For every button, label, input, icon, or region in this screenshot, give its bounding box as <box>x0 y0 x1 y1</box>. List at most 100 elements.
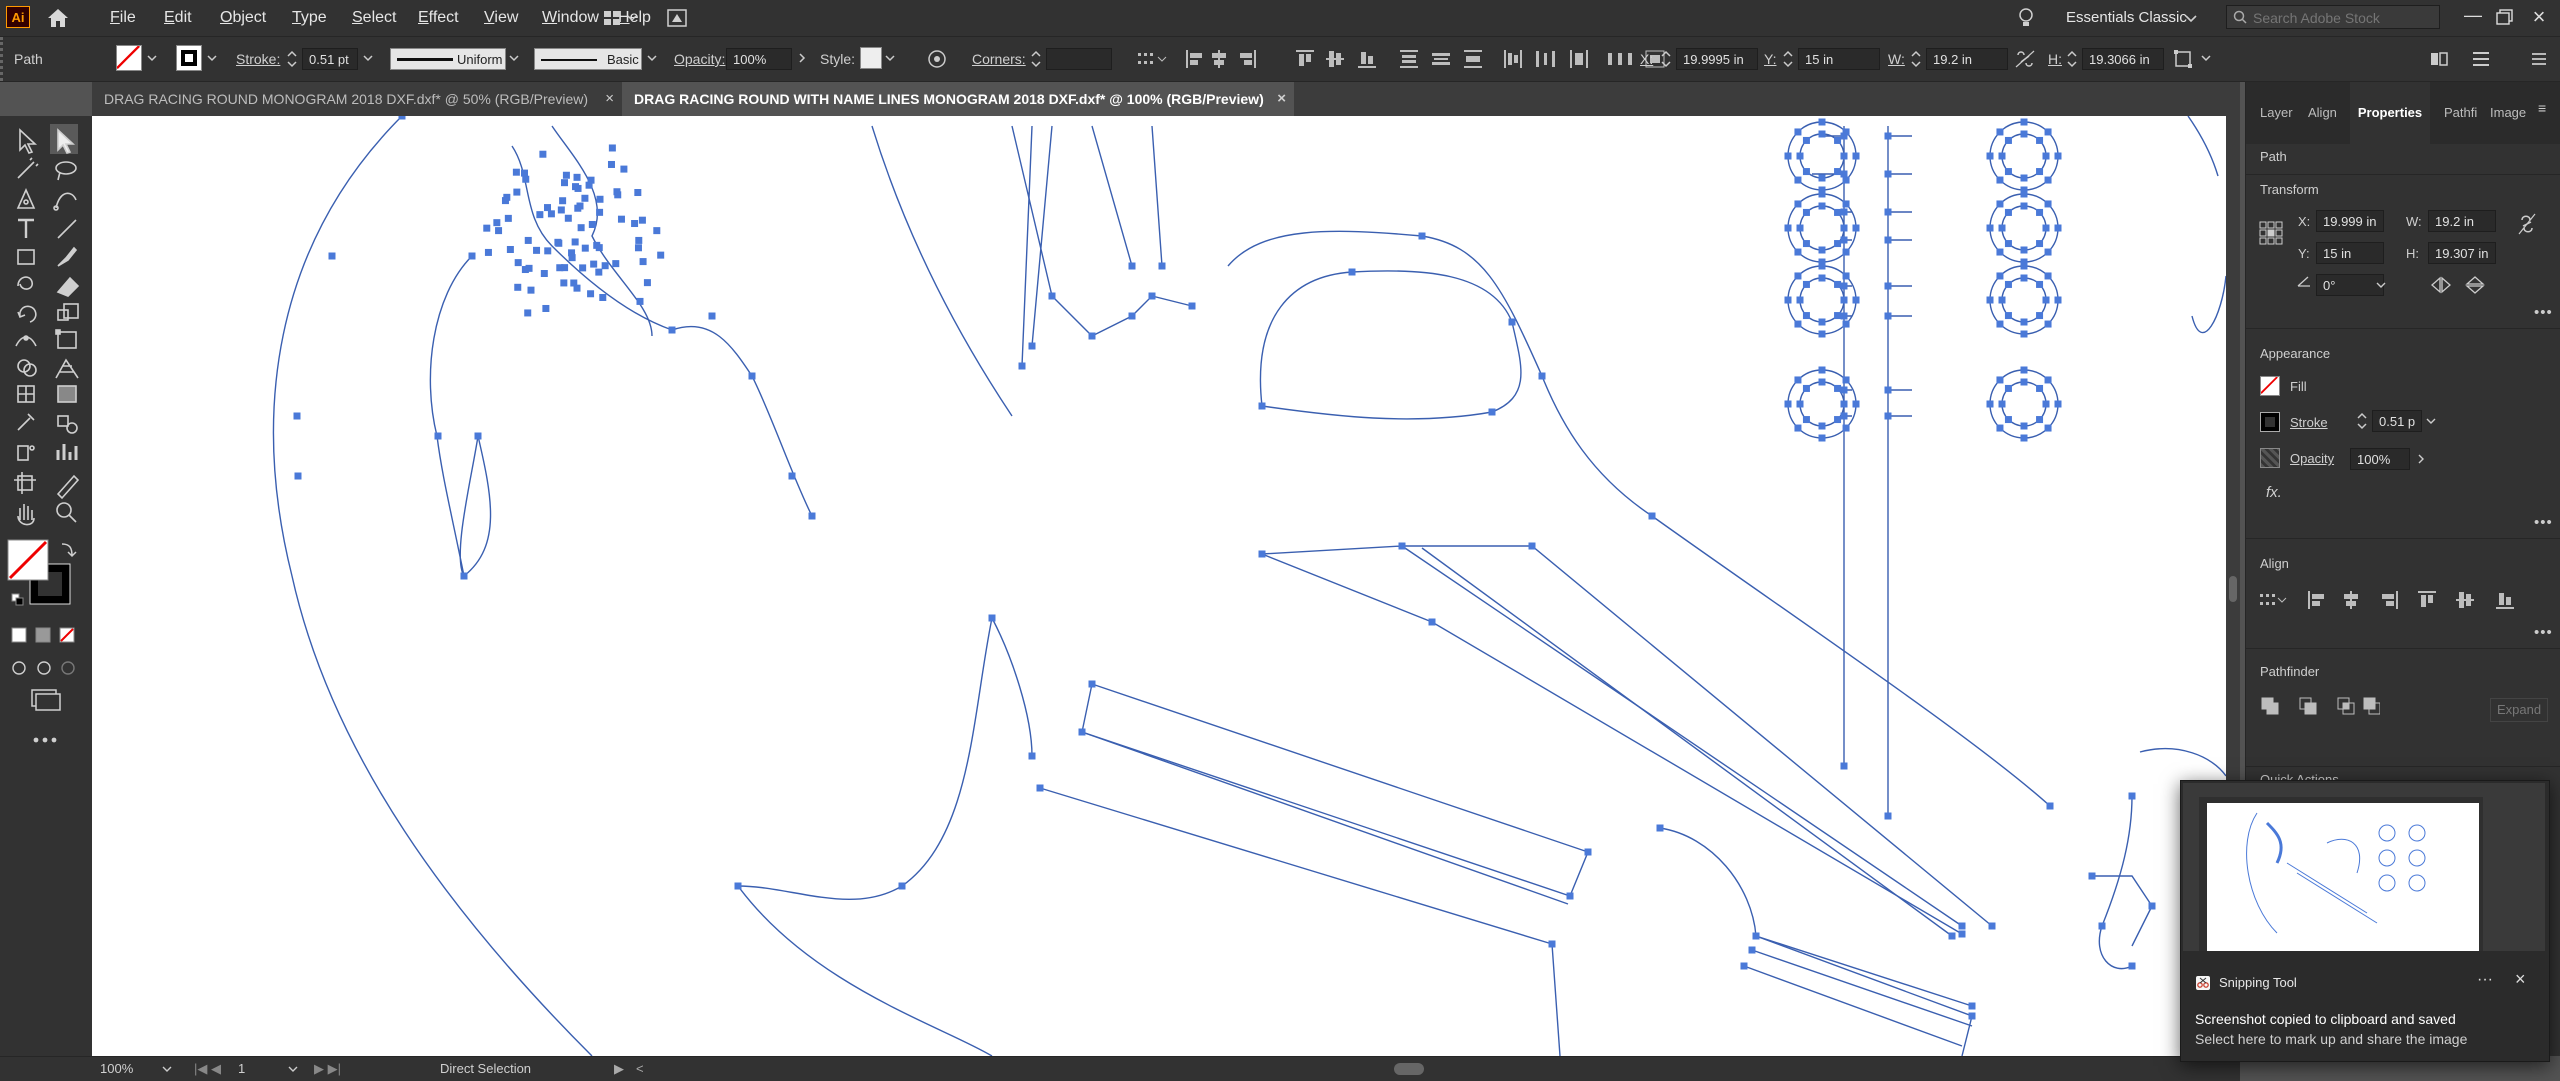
anchor-point[interactable] <box>643 279 651 287</box>
anchor-point[interactable] <box>1834 208 1842 216</box>
anchor-point[interactable] <box>1818 118 1826 126</box>
chevron-down-icon[interactable] <box>288 1064 298 1074</box>
anchor-point[interactable] <box>1834 136 1842 144</box>
variable-width-profile-dropdown[interactable]: Uniform <box>390 48 506 70</box>
anchor-point[interactable] <box>1584 848 1592 856</box>
anchor-point[interactable] <box>2020 274 2028 282</box>
anchor-point[interactable] <box>514 283 522 291</box>
anchor-point[interactable] <box>1840 296 1848 304</box>
anchor-point[interactable] <box>1796 152 1804 160</box>
anchor-point[interactable] <box>1802 416 1810 424</box>
draw-mode-buttons[interactable] <box>12 661 75 675</box>
zoom-level[interactable]: 100% <box>100 1057 133 1081</box>
anchor-point[interactable] <box>522 175 530 183</box>
anchor-point[interactable] <box>1842 320 1850 328</box>
constrain-proportions-icon[interactable] <box>2014 49 2036 69</box>
anchor-point[interactable] <box>514 259 522 267</box>
anchor-point[interactable] <box>2020 330 2028 338</box>
tab-document-1[interactable]: DRAG RACING ROUND MONOGRAM 2018 DXF.dxf*… <box>92 82 622 116</box>
stroke-label[interactable]: Stroke: <box>236 37 280 81</box>
reference-point-icon[interactable] <box>2258 220 2284 246</box>
anchor-point[interactable] <box>2036 168 2044 176</box>
anchor-point[interactable] <box>1818 330 1826 338</box>
anchor-point[interactable] <box>2044 376 2052 384</box>
anchor-point[interactable] <box>1802 168 1810 176</box>
anchor-point[interactable] <box>1528 542 1536 550</box>
transform-w-input[interactable]: 19.2 in <box>2428 210 2496 232</box>
w-label[interactable]: W: <box>1888 37 1905 81</box>
anchor-point[interactable] <box>1088 332 1096 340</box>
anchor-point[interactable] <box>2054 296 2062 304</box>
anchor-point[interactable] <box>631 220 639 228</box>
anchor-point[interactable] <box>1834 240 1842 248</box>
blend-tool-icon[interactable] <box>57 415 78 434</box>
anchor-point[interactable] <box>595 268 603 276</box>
anchor-point[interactable] <box>2036 312 2044 320</box>
transform-h-input[interactable]: 19.307 in <box>2428 242 2496 264</box>
anchor-point[interactable] <box>2036 136 2044 144</box>
anchor-point[interactable] <box>1048 292 1056 300</box>
anchor-point[interactable] <box>328 252 336 260</box>
anchor-point[interactable] <box>1884 412 1892 420</box>
anchor-point[interactable] <box>1818 318 1826 326</box>
anchor-point[interactable] <box>564 214 572 222</box>
anchor-point[interactable] <box>1840 224 1848 232</box>
anchor-point[interactable] <box>1648 512 1656 520</box>
anchor-point[interactable] <box>570 279 578 287</box>
stepper-icon[interactable] <box>1660 49 1672 69</box>
y-label[interactable]: Y: <box>1764 37 1776 81</box>
lightbulb-icon[interactable] <box>2016 6 2036 30</box>
symbol-sprayer-tool-icon[interactable] <box>17 445 35 461</box>
horizontal-scroll-left[interactable]: < <box>636 1057 644 1081</box>
appearance-opacity-label[interactable]: Opacity <box>2290 451 2334 466</box>
appearance-fill-swatch[interactable] <box>2260 376 2280 396</box>
more-options-icon[interactable]: ••• <box>2534 624 2553 641</box>
anchor-point[interactable] <box>1802 384 1810 392</box>
anchor-point[interactable] <box>1188 302 1196 310</box>
anchor-point[interactable] <box>612 260 620 268</box>
anchor-point[interactable] <box>2046 802 2054 810</box>
anchor-point[interactable] <box>398 116 406 120</box>
anchor-point[interactable] <box>1996 128 2004 136</box>
anchor-point[interactable] <box>474 432 482 440</box>
anchor-point[interactable] <box>1784 296 1792 304</box>
screen-mode-icon[interactable] <box>31 689 61 711</box>
anchor-point[interactable] <box>617 215 625 223</box>
shaper-tool-icon[interactable] <box>17 276 33 290</box>
home-icon[interactable] <box>44 4 72 32</box>
anchor-point[interactable] <box>581 244 589 252</box>
screenshot-thumbnail[interactable] <box>2183 783 2545 951</box>
tab-pathfinder[interactable]: Pathfi <box>2444 82 2477 144</box>
anchor-point[interactable] <box>571 238 579 246</box>
stripe-path-4[interactable] <box>1261 553 1963 935</box>
anchor-point[interactable] <box>544 204 552 212</box>
anchor-point[interactable] <box>1802 136 1810 144</box>
stepper-icon[interactable] <box>2066 49 2078 69</box>
anchor-point[interactable] <box>1834 280 1842 288</box>
anchor-point[interactable] <box>608 144 616 152</box>
anchor-point[interactable] <box>2020 118 2028 126</box>
anchor-point[interactable] <box>1986 400 1994 408</box>
anchor-point[interactable] <box>2004 416 2012 424</box>
brush-definition-dropdown[interactable]: Basic <box>534 48 642 70</box>
anchor-point[interactable] <box>1818 130 1826 138</box>
constrain-proportions-icon[interactable] <box>2516 212 2538 236</box>
anchor-point[interactable] <box>653 227 661 235</box>
anchor-point[interactable] <box>1028 342 1036 350</box>
anchor-point[interactable] <box>613 188 621 196</box>
anchor-point[interactable] <box>2020 378 2028 386</box>
anchor-point[interactable] <box>1802 312 1810 320</box>
anchor-point[interactable] <box>561 264 569 272</box>
hand-path[interactable] <box>1011 125 1193 337</box>
vertical-scroll-thumb[interactable] <box>2229 576 2237 602</box>
anchor-point[interactable] <box>634 189 642 197</box>
rotate-angle-input[interactable]: 0° <box>2316 274 2384 296</box>
anchor-point[interactable] <box>668 326 676 334</box>
anchor-point[interactable] <box>638 216 646 224</box>
appearance-stroke-swatch[interactable] <box>2260 412 2280 432</box>
anchor-point[interactable] <box>1842 272 1850 280</box>
lasso-tool-icon[interactable] <box>55 161 77 181</box>
more-options-icon[interactable]: ••• <box>2534 514 2553 531</box>
shape-builder-tool-icon[interactable] <box>17 359 37 377</box>
anchor-point[interactable] <box>2020 130 2028 138</box>
